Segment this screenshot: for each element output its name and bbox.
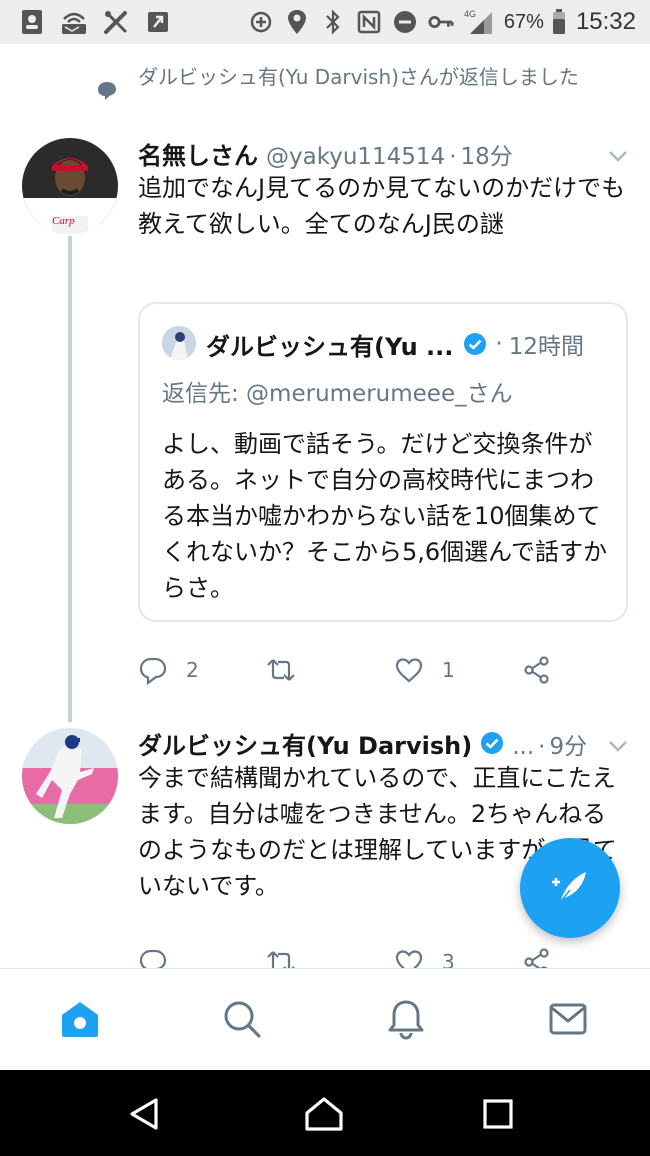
reply-count: 2 [186,658,199,682]
mail-icon [549,1003,587,1035]
timestamp[interactable]: 9分 [549,727,587,761]
reply-button[interactable] [138,942,186,968]
share-button[interactable] [522,650,552,690]
bluetooth-icon [320,8,346,36]
like-button[interactable]: 1 [394,650,455,690]
tools-icon [102,8,130,36]
back-button[interactable] [122,1092,166,1136]
reply-icon [139,949,167,968]
share-button[interactable] [522,942,552,968]
display-name: ダルビッシュ有(Yu ... [206,332,454,361]
like-count: 3 [442,950,455,968]
image-icon [144,8,172,36]
retweet-icon [267,951,295,968]
verified-badge-icon [463,332,487,356]
separator: · [538,734,546,760]
username-truncated[interactable]: ... [512,734,534,760]
retweet-button[interactable] [266,650,314,690]
share-icon [524,948,549,968]
do-not-disturb-icon [392,8,418,36]
tab-search[interactable] [220,997,264,1041]
contact-card-icon [18,8,46,36]
tweet-text: 追加でなんJ見てるのか見てないのかだけでも教えて欲しい。全てのなんJ民の謎 [138,174,626,238]
compose-tweet-button[interactable] [520,838,620,938]
chevron-down-icon[interactable] [606,144,630,168]
heart-icon [395,658,423,683]
verified-badge-icon [480,731,504,755]
social-context-label: ダルビッシュ有(Yu Darvish)さんが返信しました [138,65,579,89]
avatar[interactable]: Carp [22,138,118,234]
tab-home[interactable] [58,997,102,1041]
avatar[interactable] [22,728,118,824]
like-count: 1 [442,658,455,682]
location-icon [284,8,310,36]
recents-square-icon [483,1099,513,1129]
nfc-icon [356,8,382,36]
compose-feather-icon [552,872,586,903]
display-name[interactable]: ダルビッシュ有(Yu Darvish) [138,726,472,761]
reply-bubble-icon [96,80,120,104]
retweet-button[interactable] [266,942,314,968]
tweet-header: ダルビッシュ有(Yu Darvish) ... · 9分 [138,726,587,760]
vpn-key-icon [428,8,454,36]
home-nav-button[interactable] [302,1092,346,1136]
svg-text:Carp: Carp [52,215,75,227]
bottom-tab-bar [0,968,650,1070]
tweet-actions: 3 [138,942,558,968]
wifi-router-icon [60,8,88,36]
tweet-thread[interactable]: ダルビッシュ有(Yu Darvish)さんが返信しました Carp 名無しさん … [0,44,650,968]
bell-icon [388,1000,424,1040]
data-saver-icon [248,8,274,36]
quoted-tweet-text: よし、動画で話そう。だけど交換条件がある。ネットで自分の高校時代にまつわる本当か… [162,430,607,602]
home-icon [62,1002,98,1037]
quoted-tweet-header: ダルビッシュ有(Yu ... · 12時間 [206,326,584,362]
like-button[interactable]: 3 [394,942,455,968]
clock: 15:32 [575,8,636,35]
reply-to-label[interactable]: 返信先: @merumerumeee_さん [162,374,513,408]
tab-messages[interactable] [546,997,590,1041]
separator: · [449,144,457,170]
quoted-tweet[interactable]: ダルビッシュ有(Yu ... · 12時間 返信先: @merumerumeee… [138,302,628,622]
back-triangle-icon [130,1098,158,1130]
display-name[interactable]: 名無しさん [138,136,258,171]
timestamp: 12時間 [508,334,584,360]
home-outline-icon [305,1097,343,1131]
battery-icon [552,8,568,36]
tweet-actions: 2 1 [138,650,558,690]
signal-4g-icon: 4G [464,8,494,36]
reply-button[interactable]: 2 [138,650,199,690]
battery-percent: 67% [503,10,544,33]
status-bar: 4G 67% 15:32 [0,0,650,44]
avatar [162,326,196,360]
tweet-header: 名無しさん @yakyu114514 · 18分 [138,136,513,170]
system-nav-bar [0,1070,650,1156]
timestamp[interactable]: 18分 [461,137,513,171]
recents-button[interactable] [476,1092,520,1136]
svg-text:4G: 4G [464,9,476,19]
heart-icon [395,950,423,968]
separator: · [495,331,503,357]
share-icon [524,656,549,684]
search-icon [224,1001,261,1038]
tab-notifications[interactable] [384,997,428,1041]
chevron-down-icon[interactable] [606,734,630,758]
thread-connector [68,236,72,722]
username[interactable]: @yakyu114514 [266,144,445,170]
retweet-icon [267,659,295,681]
reply-icon [139,657,167,685]
